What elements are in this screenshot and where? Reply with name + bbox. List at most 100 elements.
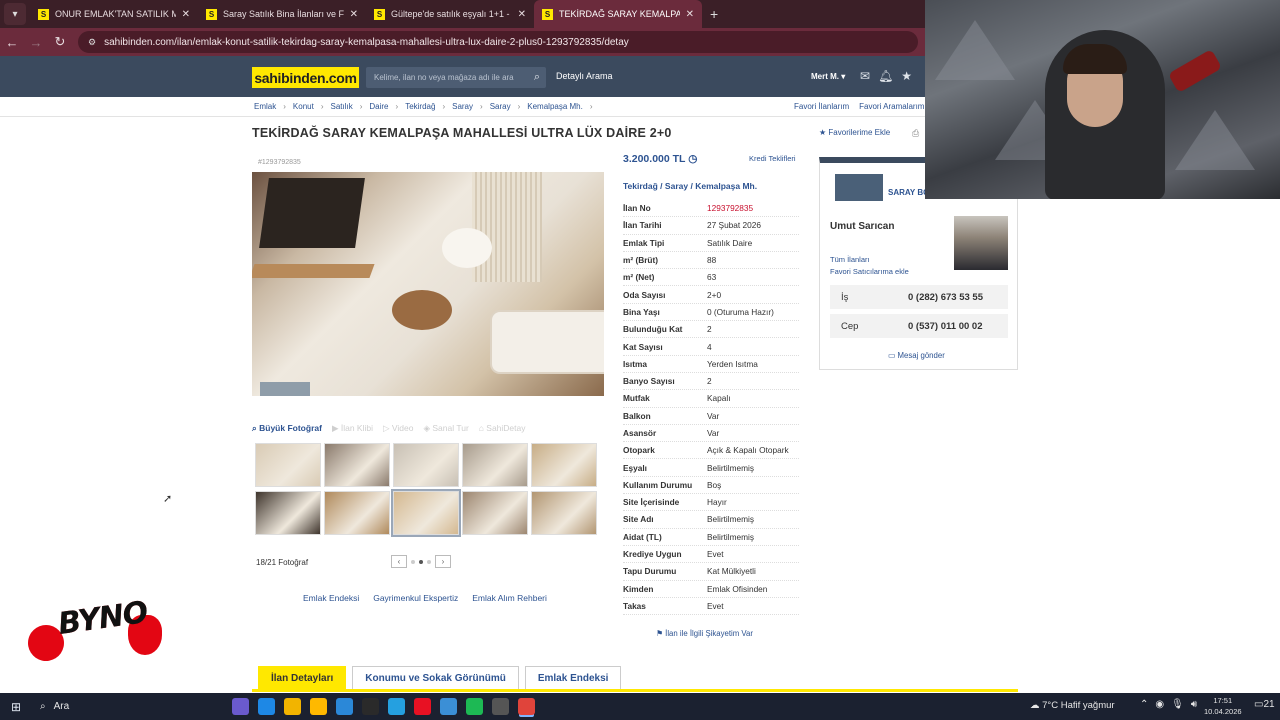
bell-icon[interactable]: 🔔︎: [878, 69, 893, 83]
photo-thumbnail[interactable]: [255, 443, 321, 487]
send-message-button[interactable]: ▭ Mesaj gönder: [888, 351, 945, 360]
photo-thumbnail[interactable]: [462, 443, 528, 487]
tab-location-street-view[interactable]: Konumu ve Sokak Görünümü: [352, 666, 519, 690]
weather-widget[interactable]: ☁ 7°C Hafif yağmur: [1030, 700, 1115, 711]
send-message-label: Mesaj gönder: [897, 351, 945, 360]
search-input[interactable]: Kelime, ilan no veya mağaza adı ile ara …: [366, 67, 546, 88]
site-info-icon[interactable]: ⚙: [88, 37, 96, 48]
breadcrumb-item[interactable]: Emlak: [254, 102, 276, 111]
microphone-icon[interactable]: 🎙︎: [1171, 699, 1184, 710]
price-history-icon[interactable]: ◷: [688, 153, 697, 165]
add-favorite-button[interactable]: ★ Favorilerime Ekle: [819, 128, 890, 137]
taskbar-app-icon[interactable]: [388, 698, 405, 715]
close-icon[interactable]: ✕: [518, 9, 526, 20]
favorite-searches-link[interactable]: Favori Aramalarım: [859, 102, 924, 111]
breadcrumb-item[interactable]: Satılık: [330, 102, 352, 111]
volume-icon[interactable]: 🔊︎: [1191, 699, 1197, 710]
photo-thumbnail[interactable]: [462, 491, 528, 535]
taskbar-app-icon[interactable]: [518, 698, 535, 715]
photo-thumbnail[interactable]: [324, 491, 390, 535]
store-logo[interactable]: [835, 174, 883, 201]
taskbar-app-icon[interactable]: [310, 698, 327, 715]
previous-page-button[interactable]: ‹: [391, 555, 407, 568]
close-icon[interactable]: ✕: [350, 9, 358, 20]
breadcrumb-item[interactable]: Saray: [490, 102, 511, 111]
browser-tab[interactable]: S Gültepe'de satılık eşyalı 1+1 - S ✕: [366, 0, 534, 28]
taskbar-app-icon[interactable]: [232, 698, 249, 715]
appraisal-link[interactable]: Gayrimenkul Ekspertiz: [373, 593, 458, 603]
tab-list-menu-icon[interactable]: ▾: [4, 3, 26, 25]
all-ads-link[interactable]: Tüm İlanları: [830, 255, 870, 264]
taskbar-app-icon[interactable]: [258, 698, 275, 715]
taskbar-app-icon[interactable]: [362, 698, 379, 715]
url-field[interactable]: ⚙ sahibinden.com/ilan/emlak-konut-satili…: [78, 31, 918, 53]
phone-mobile[interactable]: Cep 0 (537) 011 00 02: [830, 314, 1008, 338]
next-page-button[interactable]: ›: [435, 555, 451, 568]
close-icon[interactable]: ✕: [182, 9, 190, 20]
notification-center[interactable]: ▭21: [1254, 699, 1275, 710]
taskbar-app-icon[interactable]: [440, 698, 457, 715]
store-name[interactable]: SARAY BÖ: [888, 188, 929, 197]
location-city[interactable]: Tekirdağ: [623, 181, 658, 191]
tab-video[interactable]: ▷ Video: [383, 423, 414, 434]
credit-offers-link[interactable]: Kredi Teklifleri: [749, 154, 796, 163]
photo-thumbnail[interactable]: [391, 489, 461, 537]
tab-virtual-tour[interactable]: ◈ Sanal Tur: [423, 423, 468, 434]
taskbar-app-icon[interactable]: [336, 698, 353, 715]
close-icon[interactable]: ✕: [686, 9, 694, 20]
favorite-listings-link[interactable]: Favori İlanlarım: [794, 102, 849, 111]
photo-thumbnail[interactable]: [531, 491, 597, 535]
breadcrumb-item[interactable]: Daire: [369, 102, 388, 111]
page-dot[interactable]: [411, 559, 415, 564]
search-icon[interactable]: ⌕: [534, 71, 540, 84]
complaint-link[interactable]: ⚑ İlan ile İlgili Şikayetim Var: [656, 629, 753, 638]
new-tab-icon[interactable]: +: [710, 6, 718, 22]
tab-real-estate-index[interactable]: Emlak Endeksi: [524, 666, 622, 690]
network-icon[interactable]: ◉: [1155, 699, 1164, 710]
breadcrumb-item[interactable]: Kemalpaşa Mh.: [527, 102, 583, 111]
print-icon[interactable]: ⎙: [912, 128, 919, 139]
attribute-row: Emlak Tipi Satılık Daire: [623, 235, 799, 252]
browser-tab-active[interactable]: S TEKİRDAĞ SARAY KEMALPAŞA ✕: [534, 0, 702, 28]
mail-icon[interactable]: ✉: [860, 69, 870, 83]
tab-listing-details[interactable]: İlan Detayları: [258, 666, 347, 690]
search-placeholder: Kelime, ilan no veya mağaza adı ile ara: [374, 73, 514, 82]
back-icon[interactable]: ←: [0, 35, 24, 50]
taskbar-app-icon[interactable]: [284, 698, 301, 715]
emlak-endeksi-link[interactable]: Emlak Endeksi: [303, 593, 359, 603]
location-district[interactable]: Saray: [665, 181, 688, 191]
taskbar-app-icon[interactable]: [492, 698, 509, 715]
attribute-value: 4: [707, 341, 712, 352]
photo-thumbnail[interactable]: [324, 443, 390, 487]
photo-thumbnail[interactable]: [393, 443, 459, 487]
taskbar-search[interactable]: ⌕ Ara: [32, 701, 222, 712]
page-dot-active[interactable]: [419, 559, 423, 564]
site-logo[interactable]: sahibinden.com: [252, 67, 359, 88]
breadcrumb-item[interactable]: Tekirdağ: [405, 102, 435, 111]
breadcrumb-item[interactable]: Konut: [293, 102, 314, 111]
browser-tab[interactable]: S Saray Satılık Bina İlanları ve Fiyatl …: [198, 0, 366, 28]
windows-start-icon[interactable]: ⊞: [0, 700, 32, 714]
browser-tab[interactable]: S ONUR EMLAK'TAN SATILIK MEN ✕: [30, 0, 198, 28]
photo-thumbnail[interactable]: [531, 443, 597, 487]
reload-icon[interactable]: ↻: [48, 34, 72, 50]
location-neighborhood[interactable]: Kemalpaşa Mh.: [695, 181, 757, 191]
tab-listing-clip[interactable]: ▶ İlan Klibi: [332, 423, 373, 434]
forward-icon[interactable]: →: [24, 35, 48, 50]
phone-work[interactable]: İş 0 (282) 673 53 55: [830, 285, 1008, 309]
breadcrumb-item[interactable]: Saray: [452, 102, 473, 111]
user-menu[interactable]: Mert M. ▾: [811, 72, 845, 81]
star-icon[interactable]: ★: [901, 69, 912, 83]
chevron-up-icon[interactable]: ⌃: [1140, 699, 1148, 710]
tab-large-photo[interactable]: ⌕ Büyük Fotoğraf: [252, 423, 322, 434]
favorite-seller-link[interactable]: Favori Satıcılarıma ekle: [830, 267, 909, 276]
detailed-search-link[interactable]: Detaylı Arama: [556, 71, 613, 81]
page-dot[interactable]: [427, 559, 431, 564]
tab-sahidetay[interactable]: ⌂ SahiDetay: [479, 423, 526, 433]
taskbar-app-icon[interactable]: [466, 698, 483, 715]
purchase-guide-link[interactable]: Emlak Alım Rehberi: [472, 593, 547, 603]
clock[interactable]: 17:51 10.04.2026: [1204, 695, 1242, 717]
photo-thumbnail[interactable]: [255, 491, 321, 535]
main-photo[interactable]: [252, 172, 604, 396]
taskbar-app-icon[interactable]: [414, 698, 431, 715]
